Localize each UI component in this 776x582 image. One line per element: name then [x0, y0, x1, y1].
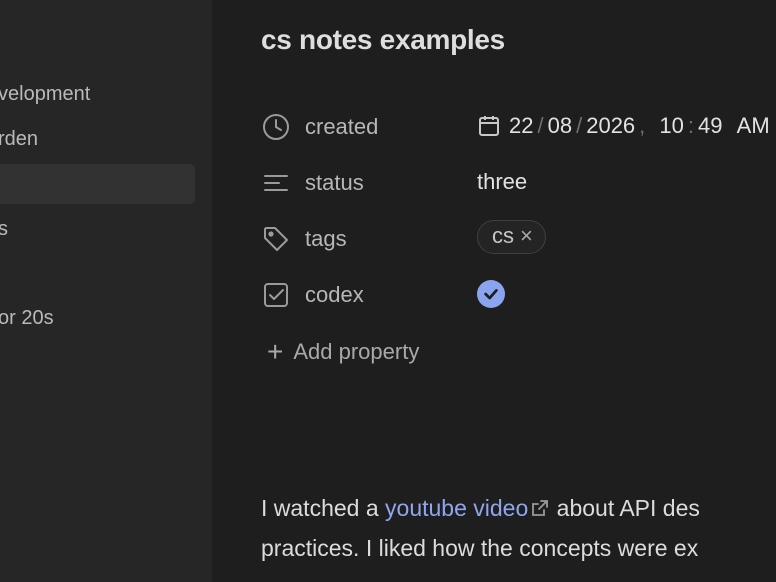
time-hour[interactable]: 10 [659, 113, 683, 139]
property-label[interactable]: codex [305, 282, 364, 308]
body-text-segment: about API des [550, 495, 700, 521]
sidebar: velopment rden s or 20s [0, 0, 212, 582]
checked-icon[interactable] [477, 280, 505, 308]
time-ampm[interactable]: AM [737, 113, 770, 139]
clock-icon [261, 112, 291, 142]
date-day[interactable]: 22 [509, 113, 533, 139]
sidebar-item[interactable]: velopment [0, 74, 195, 114]
calendar-icon [479, 116, 499, 136]
tag-icon [261, 224, 291, 254]
sidebar-item-label: velopment [0, 83, 91, 105]
tag-label: cs [492, 223, 514, 248]
body-line: practices. I liked how the concepts were… [261, 535, 699, 561]
add-property-label: Add property [293, 339, 420, 364]
checkbox-icon [261, 280, 291, 310]
tag-pill[interactable]: cs × [477, 220, 546, 254]
sidebar-item-label: or 20s [0, 307, 54, 329]
property-label[interactable]: tags [305, 226, 347, 252]
property-label[interactable]: status [305, 170, 364, 196]
plus-icon: + [267, 336, 284, 367]
note-editor: cs notes examples created 22/08/2026, 10… [212, 0, 776, 582]
date-year[interactable]: 2026 [586, 113, 635, 139]
remove-tag-icon[interactable]: × [520, 225, 533, 247]
property-row-created: created 22/08/2026, 10:49 AM [261, 106, 776, 146]
date-month[interactable]: 08 [548, 113, 572, 139]
body-text-segment: I watched a [261, 495, 386, 521]
external-link[interactable]: youtube video [385, 495, 528, 521]
external-link-icon [532, 500, 549, 516]
date-value[interactable]: 22/08/2026, 10:49 AM [477, 113, 770, 139]
sidebar-item[interactable]: s [0, 209, 195, 249]
property-row-status: status three [261, 162, 776, 202]
sidebar-item[interactable]: rden [0, 119, 195, 159]
status-value[interactable]: three [477, 169, 527, 195]
add-property-button[interactable]: + Add property [267, 338, 419, 366]
note-body[interactable]: I watched a youtube video about API des … [261, 488, 776, 568]
property-label[interactable]: created [305, 114, 378, 140]
sidebar-item-label: rden [0, 128, 39, 150]
note-title[interactable]: cs notes examples [261, 24, 505, 56]
property-row-codex: codex [261, 274, 776, 314]
body-line: I watched a youtube video about API des [261, 488, 776, 528]
tags-value[interactable]: cs × [477, 220, 546, 259]
sidebar-item-active[interactable] [0, 164, 195, 204]
sidebar-item-label: s [0, 218, 8, 240]
property-row-tags: tags cs × [261, 218, 776, 258]
time-minute[interactable]: 49 [698, 113, 722, 139]
sidebar-item[interactable]: or 20s [0, 298, 195, 338]
text-lines-icon [261, 168, 291, 198]
codex-checkbox[interactable] [477, 280, 505, 309]
